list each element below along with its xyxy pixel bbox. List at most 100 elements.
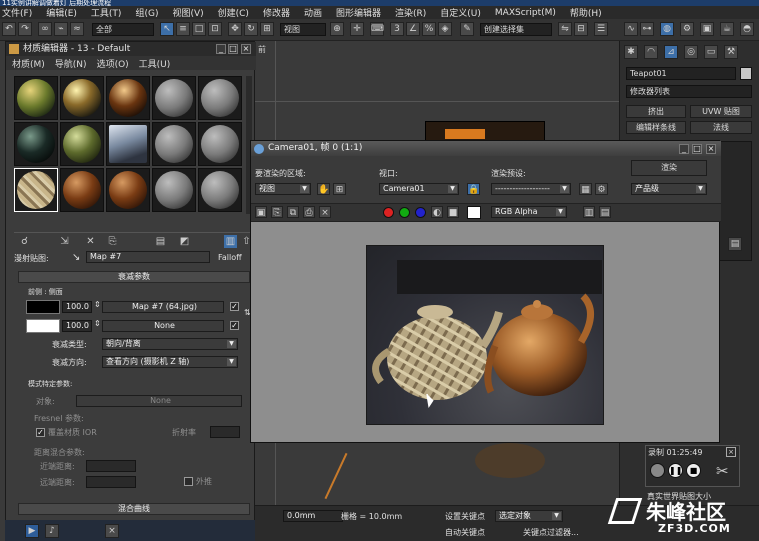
schematic-view-icon[interactable]: ⊶ <box>640 22 654 36</box>
sample-slot[interactable] <box>152 168 196 212</box>
mat-menu-navigation[interactable]: 导航(N) <box>55 57 87 70</box>
select-by-name-icon[interactable]: ≡ <box>176 22 190 36</box>
copy-image-icon[interactable]: ⎘ <box>271 206 283 218</box>
show-map-icon[interactable]: ◩ <box>178 235 191 248</box>
override-ior-checkbox[interactable]: ✓ <box>36 428 45 437</box>
link-icon[interactable]: ∞ <box>38 22 52 36</box>
rendered-frame-icon[interactable]: ▣ <box>700 22 714 36</box>
minimize-icon[interactable]: _ <box>679 144 689 154</box>
side-color-swatch[interactable] <box>26 319 60 333</box>
percent-snap-icon[interactable]: % <box>422 22 436 36</box>
display-tab-icon[interactable]: ▭ <box>704 45 718 59</box>
render-preset-dropdown[interactable]: ------------------- ▼ <box>491 183 571 195</box>
ior-input[interactable] <box>210 426 240 438</box>
pixel-color-swatch[interactable] <box>467 206 481 219</box>
pause-icon[interactable]: ❚❚ <box>668 463 683 478</box>
edit-region-icon[interactable]: ✋ <box>317 183 330 195</box>
menu-views[interactable]: 视图(V) <box>172 6 203 19</box>
side-amount-input[interactable]: 100.0 <box>62 320 92 332</box>
falloff-params-rollout[interactable]: 衰减参数 <box>18 271 250 283</box>
front-spinner-icon[interactable]: ⇕ <box>94 300 101 309</box>
area-to-render-dropdown[interactable]: 视图 ▼ <box>255 183 311 195</box>
object-pick-button[interactable]: None <box>76 395 242 407</box>
render-window-title[interactable]: Camera01, 帧 0 (1:1) <box>251 141 721 156</box>
render-button[interactable]: 渲染 <box>631 160 707 176</box>
mix-curve-rollout[interactable]: 混合曲线 <box>18 503 250 515</box>
selection-filter-dropdown[interactable]: 全部 <box>92 23 154 36</box>
sample-slot[interactable] <box>14 76 58 120</box>
environment-icon[interactable]: ⚙ <box>595 183 608 195</box>
map-type-button[interactable]: Falloff <box>218 253 242 262</box>
menu-help[interactable]: 帮助(H) <box>570 6 602 19</box>
menu-group[interactable]: 组(G) <box>135 6 158 19</box>
menu-create[interactable]: 创建(C) <box>218 6 249 19</box>
rotate-icon[interactable]: ↻ <box>244 22 258 36</box>
display-channel-dropdown[interactable]: RGB Alpha ▼ <box>491 206 567 218</box>
red-channel-icon[interactable] <box>383 207 394 218</box>
audio-icon[interactable]: ♪ <box>45 524 59 538</box>
motion-tab-icon[interactable]: ◎ <box>684 45 698 59</box>
extrude-button[interactable]: 挤出 <box>626 105 686 118</box>
undo-icon[interactable]: ↶ <box>2 22 16 36</box>
viewport-label[interactable]: 前 <box>258 44 266 55</box>
render-quality-dropdown[interactable]: 产品级 ▼ <box>631 183 707 195</box>
stop-icon[interactable]: ■ <box>686 463 701 478</box>
auto-region-icon[interactable]: ⊞ <box>333 183 346 195</box>
key-filter-button[interactable]: 关键点过滤器... <box>523 527 579 538</box>
keyboard-shortcut-icon[interactable]: ⌨ <box>370 22 384 36</box>
menu-modifiers[interactable]: 修改器 <box>263 6 290 19</box>
layer-manager-icon[interactable]: ☰ <box>594 22 608 36</box>
map-name-field[interactable]: Map #7 <box>86 251 210 263</box>
close-icon[interactable]: × <box>241 44 251 54</box>
record-icon[interactable] <box>650 463 665 478</box>
render-setup-icon[interactable]: ▦ <box>579 183 592 195</box>
material-editor-icon[interactable]: ◍ <box>660 22 674 36</box>
object-color-swatch[interactable] <box>740 67 752 80</box>
configure-stack-icon[interactable]: ▤ <box>728 237 742 251</box>
near-distance-input[interactable] <box>86 460 136 472</box>
create-tab-icon[interactable]: ✱ <box>624 45 638 59</box>
menu-file[interactable]: 文件(F) <box>2 6 32 19</box>
blue-channel-icon[interactable] <box>415 207 426 218</box>
modify-tab-icon[interactable]: ◠ <box>644 45 658 59</box>
front-map-button[interactable]: Map #7 (64.jpg) <box>102 301 224 313</box>
far-distance-input[interactable] <box>86 476 136 488</box>
alpha-channel-icon[interactable]: ◐ <box>431 206 443 218</box>
sample-slot[interactable] <box>198 168 242 212</box>
window-crossing-icon[interactable]: ⊡ <box>208 22 222 36</box>
menu-animation[interactable]: 动画 <box>304 6 322 19</box>
toggle-ui-icon[interactable]: ▥ <box>583 206 595 218</box>
print-icon[interactable]: ⎙ <box>303 206 315 218</box>
falloff-direction-dropdown[interactable]: 查看方向 (摄影机 Z 轴) ▼ <box>102 356 238 368</box>
clone-window-icon[interactable]: ⧉ <box>287 206 299 218</box>
named-selection-dropdown[interactable]: 创建选择集 <box>480 23 552 36</box>
side-map-button[interactable]: None <box>102 320 224 332</box>
mat-menu-options[interactable]: 选项(O) <box>97 57 129 70</box>
green-channel-icon[interactable] <box>399 207 410 218</box>
sample-slot[interactable] <box>106 76 150 120</box>
redo-icon[interactable]: ↷ <box>18 22 32 36</box>
render-setup-icon[interactable]: ⚙ <box>680 22 694 36</box>
menu-tools[interactable]: 工具(T) <box>91 6 122 19</box>
scale-icon[interactable]: ⊞ <box>260 22 274 36</box>
object-name-field[interactable]: Teapot01 <box>626 67 736 80</box>
clear-icon[interactable]: × <box>319 206 331 218</box>
unlink-icon[interactable]: ⌁ <box>54 22 68 36</box>
pick-map-icon[interactable]: ↘ <box>72 252 80 263</box>
utilities-tab-icon[interactable]: ⚒ <box>724 45 738 59</box>
auto-key-label[interactable]: 自动关键点 <box>445 527 485 538</box>
lock-viewport-icon[interactable]: 🔒 <box>467 183 480 195</box>
put-to-scene-icon[interactable]: ⇲ <box>58 235 71 248</box>
sample-slot[interactable] <box>14 122 58 166</box>
sample-slot[interactable] <box>152 122 196 166</box>
close-strip-icon[interactable]: × <box>105 524 119 538</box>
extrapolate-checkbox[interactable] <box>184 477 193 486</box>
copy-material-icon[interactable]: ⎘ <box>106 235 119 248</box>
video-thumb-icon[interactable]: ▶ <box>25 524 39 538</box>
sample-slot[interactable] <box>106 122 150 166</box>
sample-slot[interactable] <box>198 76 242 120</box>
coord-field[interactable]: 0.0mm <box>283 510 343 522</box>
sample-slot[interactable] <box>60 122 104 166</box>
render-iterative-icon[interactable]: ◓ <box>740 22 754 36</box>
curve-editor-icon[interactable]: ∿ <box>624 22 638 36</box>
